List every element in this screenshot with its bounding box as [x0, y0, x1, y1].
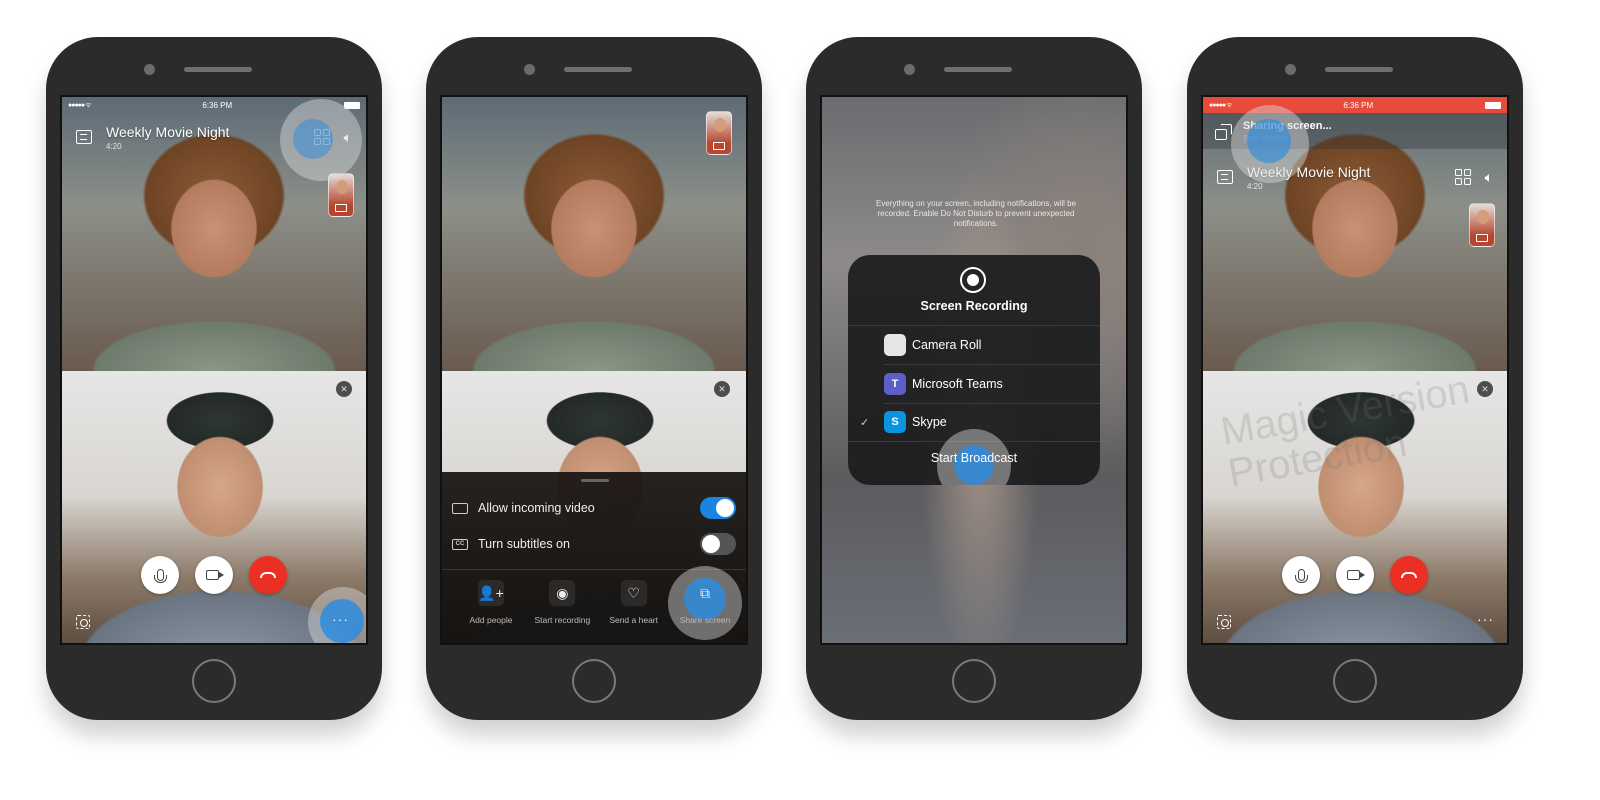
phone-frame-sharing: Magic Version Protection ●●●●● ᯤ 6:36 PM… — [1187, 37, 1523, 720]
chat-icon[interactable] — [76, 130, 92, 144]
mic-icon — [153, 569, 167, 583]
toggle-row-subtitles: CC Turn subtitles on — [442, 526, 746, 562]
panel-title: Screen Recording — [920, 299, 1028, 313]
mic-button[interactable] — [141, 556, 179, 594]
status-time: 6:36 PM — [202, 100, 233, 110]
option-microsoft-teams[interactable]: T Microsoft Teams — [848, 365, 1100, 403]
action-row: 👤+ Add people ◉ Start recording ♡ Send a… — [456, 566, 742, 640]
call-controls — [1203, 556, 1507, 594]
end-call-button[interactable] — [249, 556, 287, 594]
muted-mic-badge: ✕ — [1477, 381, 1493, 397]
self-view-thumbnail[interactable] — [706, 111, 732, 155]
incoming-video-toggle[interactable] — [700, 497, 736, 519]
share-screen-button[interactable]: ⧉ Share screen — [667, 566, 742, 640]
self-view-thumbnail[interactable] — [1469, 203, 1495, 247]
status-time: 6:36 PM — [1343, 100, 1374, 110]
switch-camera-icon[interactable] — [713, 142, 725, 150]
signal-icon: ●●●●● ᯤ — [68, 101, 92, 109]
phone-screen: Magic Version Protection ●●●●● ᯤ 6:36 PM… — [1201, 95, 1509, 645]
send-heart-button[interactable]: ♡ Send a heart — [599, 580, 669, 625]
remote-video-top — [442, 97, 746, 371]
recording-warning: Everything on your screen, including not… — [875, 199, 1077, 228]
snapshot-icon[interactable] — [1217, 615, 1231, 629]
front-camera — [144, 64, 155, 75]
sheet-drag-handle[interactable] — [581, 479, 609, 482]
grid-view-icon[interactable] — [1454, 169, 1471, 185]
add-person-icon: 👤+ — [478, 580, 504, 606]
option-label: Microsoft Teams — [912, 377, 1003, 391]
option-label: Camera Roll — [912, 338, 982, 352]
home-button[interactable] — [192, 659, 236, 703]
add-people-button[interactable]: 👤+ Add people — [456, 580, 526, 625]
mic-button[interactable] — [1282, 556, 1320, 594]
end-call-button[interactable] — [1390, 556, 1428, 594]
phone-screen: ●●●●● ᯤ 6:36 PM Weekly Movie Night 4:20 … — [60, 95, 368, 645]
phone-screen: Everything on your screen, including not… — [820, 95, 1128, 645]
call-duration: 4:20 — [1247, 181, 1263, 191]
earpiece-speaker — [184, 67, 252, 72]
toggle-row-incoming-video: Allow incoming video — [442, 490, 746, 526]
action-label: Send a heart — [609, 615, 658, 625]
front-camera — [904, 64, 915, 75]
more-options-button[interactable]: ··· — [1477, 611, 1494, 627]
more-options-button[interactable]: ··· — [332, 611, 349, 627]
teams-icon: T — [884, 373, 906, 395]
phone-frame-call: ●●●●● ᯤ 6:36 PM Weekly Movie Night 4:20 … — [46, 37, 382, 720]
self-view-thumbnail[interactable] — [328, 173, 354, 217]
switch-camera-icon[interactable] — [1476, 234, 1488, 242]
snapshot-icon[interactable] — [76, 615, 90, 629]
toggle-label: Turn subtitles on — [478, 537, 570, 551]
camera-roll-icon — [884, 334, 906, 356]
battery-icon — [1485, 101, 1501, 109]
subtitles-toggle[interactable] — [700, 533, 736, 555]
video-icon — [1346, 570, 1365, 580]
record-icon: ◉ — [549, 580, 576, 606]
front-camera — [1285, 64, 1296, 75]
call-controls — [62, 556, 366, 594]
start-broadcast-button[interactable]: Start Broadcast — [848, 451, 1100, 465]
phone-frame-menu: ✕ Allow incoming video CC Turn subtitles… — [426, 37, 762, 720]
option-camera-roll[interactable]: Camera Roll — [848, 326, 1100, 364]
muted-mic-badge: ✕ — [336, 381, 352, 397]
phone-frame-screen-recording: Everything on your screen, including not… — [806, 37, 1142, 720]
action-label: Start recording — [534, 615, 591, 625]
closed-captions-icon: CC — [452, 538, 468, 550]
earpiece-speaker — [564, 67, 632, 72]
signal-icon: ●●●●● ᯤ — [1209, 101, 1233, 109]
screen-recording-panel: Screen Recording Camera Roll T Microsoft… — [848, 255, 1100, 485]
checkmark-icon: ✓ — [860, 416, 870, 429]
share-screen-icon — [1215, 124, 1232, 140]
action-label: Add people — [469, 615, 513, 625]
toggle-label: Allow incoming video — [478, 501, 595, 515]
home-button[interactable] — [572, 659, 616, 703]
touch-indicator-dot — [293, 119, 333, 159]
action-label: Share screen — [679, 615, 731, 625]
video-icon — [205, 570, 224, 580]
muted-mic-badge: ✕ — [714, 381, 730, 397]
end-call-icon — [260, 572, 276, 578]
switch-camera-icon[interactable] — [335, 204, 347, 212]
heart-icon: ♡ — [620, 580, 647, 606]
touch-indicator-dot — [1247, 119, 1291, 163]
front-camera — [524, 64, 535, 75]
video-button[interactable] — [195, 556, 233, 594]
video-button[interactable] — [1336, 556, 1374, 594]
record-icon — [960, 267, 986, 293]
start-recording-button[interactable]: ◉ Start recording — [527, 580, 597, 625]
home-button[interactable] — [1333, 659, 1377, 703]
earpiece-speaker — [1325, 67, 1393, 72]
speaker-icon[interactable]: 🔈︎ — [1485, 169, 1493, 186]
chat-icon[interactable] — [1217, 170, 1233, 184]
call-options-sheet: Allow incoming video CC Turn subtitles o… — [442, 472, 746, 643]
phone-screen: ✕ Allow incoming video CC Turn subtitles… — [440, 95, 748, 645]
earpiece-speaker — [944, 67, 1012, 72]
mic-icon — [1294, 569, 1308, 583]
end-call-icon — [1401, 572, 1417, 578]
share-screen-icon: ⧉ — [699, 584, 710, 601]
home-button[interactable] — [952, 659, 996, 703]
skype-icon: S — [884, 411, 906, 433]
video-icon — [452, 502, 468, 514]
option-label: Skype — [912, 415, 947, 429]
